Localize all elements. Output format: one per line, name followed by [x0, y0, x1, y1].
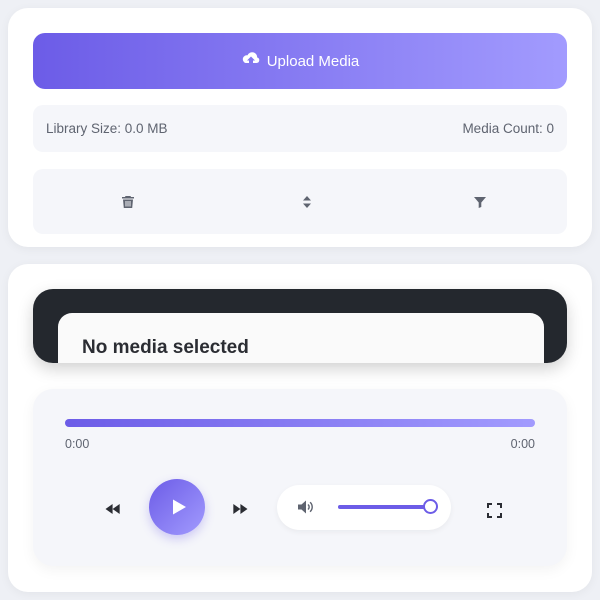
volume-slider[interactable]	[338, 499, 438, 514]
volume-thumb[interactable]	[423, 499, 438, 514]
rewind-icon	[105, 504, 120, 514]
upload-media-label: Upload Media	[266, 52, 360, 70]
fast-forward-button[interactable]	[228, 497, 252, 521]
volume-icon	[298, 500, 313, 514]
trash-icon	[122, 196, 134, 208]
volume-control	[277, 485, 451, 530]
fullscreen-button[interactable]	[484, 500, 504, 520]
play-icon	[172, 499, 186, 515]
media-library-card: Upload Media Library Size: 0.0 MB Media …	[8, 8, 592, 247]
viewer-panel: No media selected	[58, 313, 544, 363]
current-time: 0:00	[65, 437, 90, 451]
now-playing-title: No media selected	[82, 337, 249, 358]
rewind-button[interactable]	[101, 497, 125, 521]
fullscreen-icon	[486, 502, 502, 518]
filter-icon	[474, 197, 486, 208]
volume-fill	[338, 505, 430, 509]
filter-button[interactable]	[469, 191, 491, 213]
sort-icon	[303, 196, 311, 208]
library-stats: Library Size: 0.0 MB Media Count: 0	[33, 105, 567, 152]
media-player-card: No media selected 0:00 0:00	[8, 264, 592, 592]
progress-fill	[65, 419, 535, 427]
total-time: 0:00	[510, 437, 535, 451]
library-size: Library Size: 0.0 MB	[46, 121, 168, 136]
delete-button[interactable]	[117, 191, 139, 213]
cloud-upload-icon	[241, 51, 261, 71]
sort-button[interactable]	[296, 191, 318, 213]
media-count: Media Count: 0	[462, 121, 554, 136]
player-controls: 0:00 0:00	[33, 389, 567, 566]
mute-button[interactable]	[297, 499, 315, 515]
media-viewer: No media selected	[33, 289, 567, 363]
play-button[interactable]	[149, 479, 205, 535]
fast-forward-icon	[233, 504, 248, 514]
library-toolbar	[33, 169, 567, 234]
upload-media-button[interactable]: Upload Media	[33, 33, 567, 89]
progress-bar[interactable]	[65, 419, 535, 427]
